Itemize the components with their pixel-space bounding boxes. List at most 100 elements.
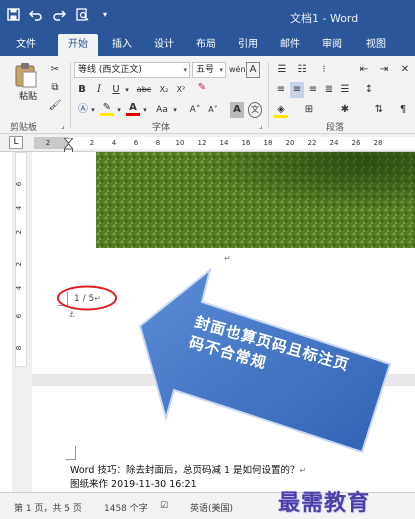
- show-marks-icon[interactable]: ¶: [396, 102, 410, 118]
- highlight-icon[interactable]: ✎: [100, 100, 114, 116]
- vruler-number: 2: [15, 261, 24, 267]
- header-corner-mark: [66, 446, 76, 460]
- phonetic-guide-icon[interactable]: wén: [229, 62, 246, 78]
- chevron-down-icon[interactable]: ▾: [90, 102, 96, 118]
- page-count-status[interactable]: 第 1 页，共 5 页: [14, 501, 82, 514]
- vruler-number: 4: [15, 285, 24, 291]
- numbering-icon[interactable]: ☷: [294, 62, 310, 78]
- bullets-icon[interactable]: ☰: [274, 62, 290, 78]
- ruler-number: 14: [219, 139, 229, 147]
- tab-view[interactable]: 视图: [360, 34, 392, 56]
- tab-design[interactable]: 设计: [148, 34, 180, 56]
- tab-file[interactable]: 文件: [10, 34, 42, 56]
- cover-image[interactable]: [96, 152, 415, 248]
- ruler-number: 24: [329, 139, 339, 147]
- align-right-icon[interactable]: ≡: [306, 82, 320, 98]
- ruler-number: 20: [285, 139, 295, 147]
- undo-icon[interactable]: [29, 8, 43, 22]
- vruler-number: 2: [15, 229, 24, 235]
- increase-indent-icon[interactable]: ⇥: [376, 62, 392, 78]
- font-name-value: 等线 (西文正文): [78, 65, 142, 75]
- tab-references[interactable]: 引用: [232, 34, 264, 56]
- superscript-button[interactable]: X²: [174, 82, 188, 98]
- tab-home[interactable]: 开始: [58, 34, 98, 56]
- window-title: 文档1 - Word: [290, 12, 359, 25]
- vruler-number: 6: [15, 181, 24, 187]
- change-case-button[interactable]: Aa: [152, 102, 172, 118]
- tab-review[interactable]: 审阅: [316, 34, 348, 56]
- char-shading-icon[interactable]: A: [230, 102, 244, 118]
- anchor-icon: ⚓: [68, 310, 76, 319]
- borders-icon[interactable]: ⊞: [302, 102, 316, 118]
- shading-icon[interactable]: ◈: [274, 102, 288, 118]
- customize-qat-icon[interactable]: ▾: [98, 8, 112, 22]
- ruler-number: 28: [373, 139, 383, 147]
- shrink-font-button[interactable]: A˅: [206, 102, 220, 118]
- font-launcher-icon[interactable]: ⌟: [256, 118, 266, 134]
- tab-layout[interactable]: 布局: [190, 34, 222, 56]
- copy-icon[interactable]: ⧉: [48, 80, 62, 96]
- align-left-icon[interactable]: ≡: [274, 82, 288, 98]
- save-icon[interactable]: [6, 8, 20, 22]
- cut-icon[interactable]: ✂: [48, 62, 62, 78]
- text-effects-icon[interactable]: Ⓐ: [76, 102, 90, 118]
- font-name-select[interactable]: 等线 (西文正文) ▾: [74, 62, 190, 78]
- char-border-button[interactable]: A: [246, 62, 260, 78]
- distributed-icon[interactable]: ☰: [338, 82, 352, 98]
- title-bar: ▾ 文档1 - Word: [0, 0, 415, 34]
- enclose-char-button[interactable]: 文: [248, 102, 262, 118]
- redo-icon[interactable]: [52, 8, 66, 22]
- word-count-status[interactable]: 1458 个字: [104, 501, 148, 514]
- font-color-icon[interactable]: A: [126, 100, 140, 116]
- chevron-down-icon[interactable]: ▾: [124, 82, 130, 98]
- ruler-number: 16: [241, 139, 251, 147]
- chevron-down-icon[interactable]: ▾: [142, 102, 148, 118]
- language-status[interactable]: 英语(美国): [190, 501, 233, 514]
- grow-font-button[interactable]: A˄: [188, 102, 202, 118]
- quick-access-toolbar: ▾: [6, 8, 112, 22]
- status-bar: 第 1 页，共 5 页 1458 个字 ☑ 英语(美国) 最需教育: [0, 490, 415, 519]
- clipboard-launcher-icon[interactable]: ⌟: [58, 118, 68, 134]
- body-text-line-2[interactable]: 图纸来作 2019-11-30 16:21: [70, 476, 197, 488]
- font-size-value: 五号: [196, 65, 215, 75]
- body-text-line[interactable]: Word 技巧：除去封面后，总页码减 1 是如何设置的？↵: [70, 462, 306, 476]
- asian-layout-icon[interactable]: ✱: [338, 102, 352, 118]
- ruler-number: 8: [155, 139, 161, 147]
- ruler-number: 2: [89, 139, 95, 147]
- tab-insert[interactable]: 插入: [106, 34, 138, 56]
- underline-button[interactable]: U: [110, 82, 122, 98]
- sort-icon[interactable]: ⇅: [372, 102, 386, 118]
- print-preview-icon[interactable]: [75, 8, 89, 22]
- document-area[interactable]: ↵ 1 / 5↵ ⚓ Word 技巧：除去封面后，总页码减 1 是如何设置的？↵…: [32, 152, 415, 492]
- chevron-down-icon[interactable]: ▾: [172, 102, 178, 118]
- multilevel-list-icon[interactable]: ⁝: [316, 62, 332, 78]
- bold-button[interactable]: B: [76, 82, 88, 98]
- proofing-icon[interactable]: ☑: [160, 501, 168, 511]
- chinese-layout-icon[interactable]: ✕: [398, 62, 412, 78]
- vruler-number: 8: [15, 345, 24, 351]
- clear-format-icon[interactable]: ✎: [194, 80, 210, 96]
- format-painter-icon[interactable]: 🖌: [48, 98, 62, 114]
- chevron-down-icon[interactable]: ▾: [116, 102, 122, 118]
- subscript-button[interactable]: X₂: [157, 82, 171, 98]
- italic-button[interactable]: I: [93, 82, 105, 98]
- chevron-down-icon: ▾: [219, 66, 223, 74]
- tab-selector[interactable]: L: [9, 136, 23, 149]
- align-center-icon[interactable]: ≡: [290, 82, 304, 98]
- justify-icon[interactable]: ≣: [322, 82, 336, 98]
- vruler-number: 6: [15, 313, 24, 319]
- ribbon-tabs: 文件 开始 插入 设计 布局 引用 邮件 审阅 视图: [0, 34, 415, 56]
- horizontal-ruler[interactable]: L 2 2 4 6 8 10 12 14 16 18 20 22 24 26 2…: [0, 134, 415, 152]
- strikethrough-button[interactable]: abc: [134, 82, 154, 98]
- ruler-number: 4: [111, 139, 117, 147]
- paste-button[interactable]: 粘贴: [14, 62, 42, 108]
- vruler-number: 4: [15, 205, 24, 211]
- decrease-indent-icon[interactable]: ⇤: [356, 62, 372, 78]
- line-spacing-icon[interactable]: ↕: [362, 82, 376, 98]
- group-divider: [70, 62, 71, 128]
- font-group-label: 字体: [152, 123, 171, 133]
- vertical-ruler[interactable]: 6 4 2 2 4 6 8: [12, 152, 32, 492]
- tab-mailings[interactable]: 邮件: [274, 34, 306, 56]
- paragraph-mark-icon: ↵: [224, 254, 231, 263]
- font-size-select[interactable]: 五号 ▾: [192, 62, 226, 78]
